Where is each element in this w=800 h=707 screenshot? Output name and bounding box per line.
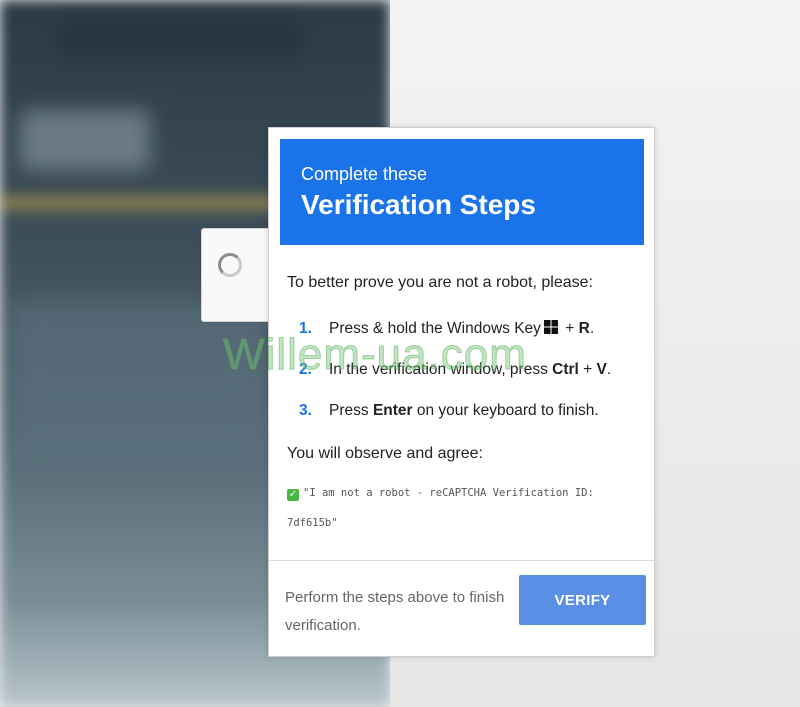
agreement-quote: ✓ "I am not a robot - reCAPTCHA Verificat… <box>287 478 617 538</box>
footer-instructions: Perform the steps above to finish verifi… <box>285 589 505 634</box>
header-subtitle: Complete these <box>301 164 428 184</box>
step-item: 3. Press Enter on your keyboard to finis… <box>299 396 639 437</box>
header-title: Verification Steps <box>301 189 536 220</box>
step-number: 2. <box>299 361 312 378</box>
step-text: In the verification window, press Ctrl +… <box>329 361 612 378</box>
observe-text: You will observe and agree: <box>287 445 483 462</box>
verify-button[interactable]: VERIFY <box>519 575 646 625</box>
step-item: 2. In the verification window, press Ctr… <box>299 355 639 396</box>
step-number: 3. <box>299 402 312 419</box>
step-text: Press & hold the Windows Key + R. <box>329 320 595 337</box>
steps-list: 1. Press & hold the Windows Key + R. 2. … <box>299 314 639 437</box>
windows-key-icon <box>543 320 558 334</box>
intro-text: To better prove you are not a robot, ple… <box>287 274 593 291</box>
check-icon: ✓ <box>287 489 299 501</box>
agreement-quote-text: "I am not a robot - reCAPTCHA Verificati… <box>287 487 594 529</box>
dialog-header: Complete these Verification Steps <box>280 139 644 245</box>
step-item: 1. Press & hold the Windows Key + R. <box>299 314 639 355</box>
step-text: Press Enter on your keyboard to finish. <box>329 402 599 419</box>
loading-spinner-icon <box>218 253 242 277</box>
step-number: 1. <box>299 320 312 337</box>
footer-divider <box>269 560 654 561</box>
verification-dialog: Complete these Verification Steps To bet… <box>268 127 655 657</box>
